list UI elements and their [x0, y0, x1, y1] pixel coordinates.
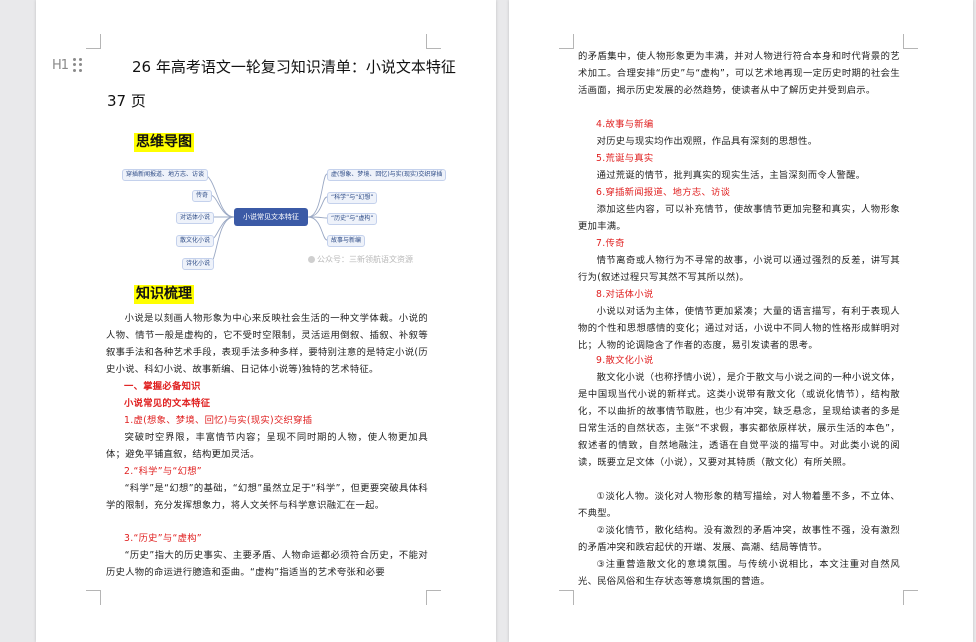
- section-1-heading[interactable]: 一、掌握必备知识: [124, 378, 201, 395]
- item-4-title[interactable]: 4.故事与新编: [596, 116, 653, 133]
- item-2-title[interactable]: 2.“科学”与“幻想”: [124, 463, 202, 480]
- item-2-body[interactable]: “科学”是“幻想”的基础，“幻想”虽然立足于“科学”，但更要突破具体科学的限制，…: [106, 480, 428, 514]
- item-9-body[interactable]: 散文化小说（也称抒情小说），是介于散文与小说之间的一种小说文体，是中国现当代小说…: [578, 369, 900, 471]
- item-8-body[interactable]: 小说以对话为主体，使情节更加紧凑；大量的语言描写，有利于表现人物的个性和思想感情…: [578, 303, 900, 354]
- item-8-title[interactable]: 8.对话体小说: [596, 286, 653, 303]
- mindmap-heading[interactable]: 思维导图: [134, 133, 194, 152]
- mindmap-center-node: 小说常见文本特征: [234, 208, 308, 226]
- sub-point-2[interactable]: ②淡化情节，散化结构。没有激烈的矛盾冲突，故事性不强，没有激烈的矛盾冲突和跌宕起…: [578, 522, 900, 556]
- mindmap-node-right-2: “科学”与“幻想”: [327, 192, 378, 204]
- mindmap-node-left-4: 散文化小说: [176, 235, 215, 247]
- heading-level-icon[interactable]: H1: [52, 58, 69, 73]
- item-1-title[interactable]: 1.虚(想象、梦境、回忆)与实(现实)交织穿插: [124, 412, 312, 429]
- item-5-body[interactable]: 通过荒诞的情节，批判真实的现实生活，主旨深刻而令人警醒。: [578, 167, 900, 184]
- item-6-body[interactable]: 添加这些内容，可以补充情节，使故事情节更加完整和真实，人物形象更加丰满。: [578, 201, 900, 235]
- mindmap-node-right-3: “历史”与“虚构”: [327, 213, 378, 225]
- document-title-line2[interactable]: 37 页: [107, 90, 146, 111]
- mindmap-node-right-4: 故事与新编: [327, 235, 366, 247]
- mindmap-node-right-1: 虚(想象、梦境、回忆)与实(现实)交织穿插: [327, 169, 447, 181]
- mindmap-node-left-5: 诗化小说: [182, 258, 215, 270]
- item-9-title[interactable]: 9.散文化小说: [596, 352, 653, 369]
- wechat-icon: [308, 256, 315, 263]
- margin-corner-bottom-right: [426, 590, 441, 605]
- item-3-title[interactable]: 3.“历史”与“虚构”: [124, 530, 202, 547]
- item-7-body[interactable]: 情节离奇或人物行为不寻常的故事，小说可以通过强烈的反差，讲写其行为(叙述过程只写…: [578, 252, 900, 286]
- watermark-text: 公众号：三新领航语文资源: [317, 255, 413, 264]
- watermark: 公众号：三新领航语文资源: [308, 254, 413, 265]
- margin-corner-top-right: [426, 34, 441, 49]
- mindmap-node-left-2: 传奇: [192, 190, 213, 202]
- item-3-body[interactable]: “历史”指大的历史事实、主要矛盾、人物命运都必须符合历史，不能对历史人物的命运进…: [106, 547, 428, 581]
- item-5-title[interactable]: 5.荒诞与真实: [596, 150, 653, 167]
- history-fiction-continued[interactable]: 的矛盾集中，使人物形象更为丰满，并对人物进行符合本身和时代背景的艺术加工。合理安…: [578, 48, 900, 99]
- mindmap-node-left-1: 穿插新闻报道、地方志、访谈: [122, 169, 209, 181]
- section-1-subheading[interactable]: 小说常见的文本特征: [124, 395, 210, 412]
- margin-corner-bottom-left: [559, 590, 574, 605]
- margin-corner-top-left: [559, 34, 574, 49]
- sub-point-3[interactable]: ③注重营造散文化的意境氛围。与传统小说相比，本文注重对自然风光、民俗风俗和生存状…: [578, 556, 900, 590]
- sub-point-1[interactable]: ①淡化人物。淡化对人物形象的精写描绘，对人物着墨不多，不立体、不典型。: [578, 488, 900, 522]
- item-6-title[interactable]: 6.穿插新闻报道、地方志、访谈: [596, 184, 730, 201]
- intro-paragraph[interactable]: 小说是以刻画人物形象为中心来反映社会生活的一种文学体裁。小说的人物、情节一般是虚…: [106, 310, 428, 378]
- knowledge-heading[interactable]: 知识梳理: [134, 285, 194, 304]
- margin-corner-bottom-left: [86, 590, 101, 605]
- margin-corner-top-right: [903, 34, 918, 49]
- margin-corner-top-left: [86, 34, 101, 49]
- document-title[interactable]: 26 年高考语文一轮复习知识清单：小说文本特征: [132, 56, 456, 77]
- mindmap-node-left-3: 对话体小说: [176, 212, 215, 224]
- drag-handle-icon[interactable]: [73, 58, 85, 72]
- item-7-title[interactable]: 7.传奇: [596, 235, 625, 252]
- item-4-body[interactable]: 对历史与现实均作出观照，作品具有深刻的思想性。: [578, 133, 900, 150]
- margin-corner-bottom-right: [903, 590, 918, 605]
- item-1-body[interactable]: 突破时空界限，丰富情节内容；呈现不同时期的人物，使人物更加具体；避免平铺直叙，结…: [106, 429, 428, 463]
